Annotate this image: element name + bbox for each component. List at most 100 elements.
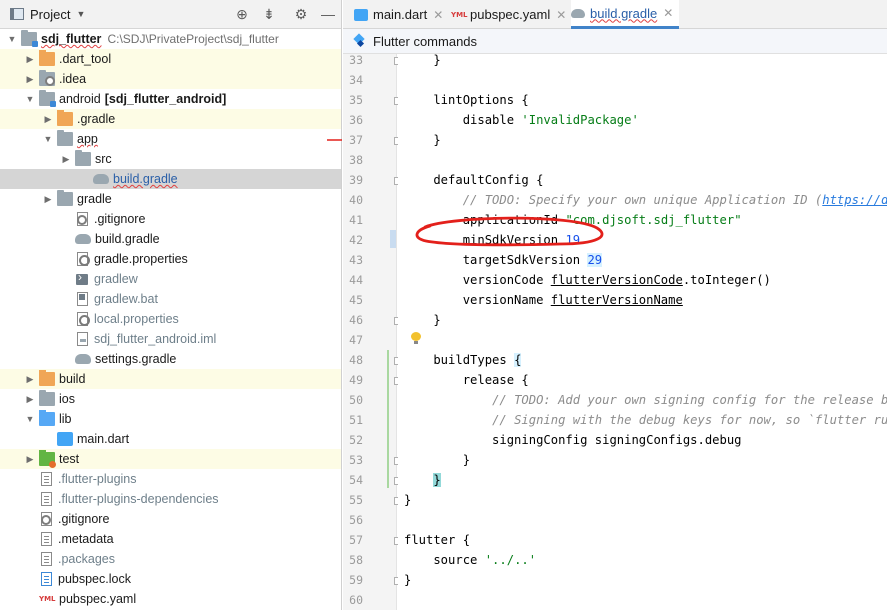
tree-item[interactable]: ▶ .gradle bbox=[0, 109, 341, 129]
tab-build-gradle[interactable]: build.gradle ✕ bbox=[571, 0, 680, 29]
expand-arrow-icon[interactable]: ▼ bbox=[24, 94, 36, 104]
project-view-title[interactable]: Project bbox=[30, 7, 70, 22]
tree-item-label: src bbox=[95, 152, 112, 166]
tree-item-label: .idea bbox=[59, 72, 87, 86]
code-line[interactable]: } bbox=[404, 450, 470, 470]
line-number-gutter[interactable]: 33 34 35 36 37 38 39 40 41 42 43 44 45 46 47 48 49 50 51 52… bbox=[343, 53, 402, 610]
code-line[interactable]: } bbox=[404, 470, 441, 490]
tree-item[interactable]: ▶ build bbox=[0, 369, 341, 389]
collapse-arrow-icon[interactable]: ▶ bbox=[42, 114, 54, 125]
collapse-arrow-icon[interactable]: ▶ bbox=[24, 394, 36, 405]
folder-orange-icon bbox=[39, 50, 55, 66]
code-line[interactable]: release { bbox=[404, 370, 529, 390]
collapse-arrow-icon[interactable]: ▶ bbox=[24, 74, 36, 85]
expand-arrow-icon[interactable]: ▼ bbox=[24, 414, 36, 424]
gradle-file-icon bbox=[571, 8, 585, 18]
gear-icon[interactable]: ⚙ bbox=[293, 6, 309, 22]
code-line[interactable]: signingConfig signingConfigs.debug bbox=[404, 430, 741, 450]
tree-item[interactable]: sdj_flutter_android.iml bbox=[0, 329, 341, 349]
code-line[interactable]: } bbox=[404, 310, 440, 330]
tab-pubspec-yaml[interactable]: YML pubspec.yaml ✕ bbox=[451, 0, 566, 29]
tree-item[interactable]: local.properties bbox=[0, 309, 341, 329]
line-number: 33 bbox=[349, 53, 363, 67]
line-number: 42 bbox=[349, 233, 363, 247]
line-number: 55 bbox=[349, 493, 363, 507]
close-icon[interactable]: ✕ bbox=[556, 8, 566, 22]
folder-module-icon bbox=[39, 90, 56, 107]
code-line[interactable]: flutter { bbox=[404, 530, 470, 550]
tree-item-label: build bbox=[59, 372, 86, 386]
folder-gray-icon bbox=[39, 390, 55, 406]
close-icon[interactable]: ✕ bbox=[663, 6, 673, 20]
tree-item[interactable]: build.gradle bbox=[0, 169, 341, 189]
tree-item[interactable]: ▶ gradle bbox=[0, 189, 341, 209]
code-line[interactable]: versionName flutterVersionName bbox=[404, 290, 683, 310]
code-line[interactable]: } bbox=[404, 490, 411, 510]
code-line[interactable]: // Signing with the debug keys for now, … bbox=[404, 410, 887, 430]
folder-orange-icon bbox=[39, 370, 55, 386]
code-line[interactable]: versionCode flutterVersionCode.toInteger… bbox=[404, 270, 771, 290]
hide-icon[interactable]: — bbox=[320, 6, 336, 22]
code-editor[interactable]: } lintOptions { disable 'InvalidPackage'… bbox=[398, 54, 887, 610]
collapse-arrow-icon[interactable]: ▶ bbox=[24, 374, 36, 385]
expand-arrow-icon[interactable]: ▼ bbox=[6, 34, 18, 44]
tree-item[interactable]: .metadata bbox=[0, 529, 341, 549]
flutter-commands-link[interactable]: Flutter commands bbox=[373, 34, 477, 49]
tree-item[interactable]: .gitignore bbox=[0, 209, 341, 229]
gradle-file-icon bbox=[75, 234, 91, 244]
tree-item[interactable]: settings.gradle bbox=[0, 349, 341, 369]
tree-item[interactable]: gradlew.bat bbox=[0, 289, 341, 309]
code-line[interactable]: // TODO: Specify your own unique Applica… bbox=[404, 190, 887, 210]
code-line[interactable]: defaultConfig { bbox=[404, 170, 543, 190]
line-number: 45 bbox=[349, 293, 363, 307]
tree-item[interactable]: ▼ lib bbox=[0, 409, 341, 429]
tree-item[interactable]: .flutter-plugins-dependencies bbox=[0, 489, 341, 509]
tree-item[interactable]: ▶ src bbox=[0, 149, 341, 169]
tree-item-label: .metadata bbox=[58, 532, 114, 546]
tree-item[interactable]: gradlew bbox=[0, 269, 341, 289]
code-line[interactable]: lintOptions { bbox=[404, 90, 528, 110]
code-line[interactable]: } bbox=[404, 54, 440, 70]
chevron-down-icon[interactable]: ▼ bbox=[76, 9, 85, 19]
tree-item[interactable]: ▼ app bbox=[0, 129, 341, 149]
tree-item[interactable]: build.gradle bbox=[0, 229, 341, 249]
collapse-arrow-icon[interactable]: ▶ bbox=[60, 154, 72, 165]
tab-main-dart[interactable]: main.dart ✕ bbox=[354, 0, 443, 29]
tree-item[interactable]: ▶ .idea bbox=[0, 69, 341, 89]
tree-item[interactable]: ▼ android [sdj_flutter_android] bbox=[0, 89, 341, 109]
code-line[interactable]: buildTypes { bbox=[404, 350, 522, 370]
tree-item[interactable]: pubspec.lock bbox=[0, 569, 341, 589]
code-line[interactable]: minSdkVersion 19 bbox=[404, 230, 580, 250]
tree-item-label: gradlew bbox=[94, 272, 138, 286]
collapse-arrow-icon[interactable]: ▶ bbox=[42, 194, 54, 205]
tree-item[interactable]: YML pubspec.yaml bbox=[0, 589, 341, 609]
close-icon[interactable]: ✕ bbox=[433, 8, 443, 22]
code-line[interactable]: } bbox=[404, 570, 411, 590]
code-line[interactable]: applicationId "com.djsoft.sdj_flutter" bbox=[404, 210, 742, 230]
tree-item[interactable]: ▼ sdj_flutter C:\SDJ\PrivateProject\sdj_fl… bbox=[0, 29, 341, 49]
folder-gray-icon bbox=[75, 150, 91, 166]
tree-item[interactable]: ▶ test bbox=[0, 449, 341, 469]
line-number: 48 bbox=[349, 353, 363, 367]
collapse-arrow-icon[interactable]: ▶ bbox=[24, 454, 36, 465]
code-line[interactable]: } bbox=[404, 130, 440, 150]
code-line[interactable]: disable 'InvalidPackage' bbox=[404, 110, 639, 130]
code-line[interactable]: source '../..' bbox=[404, 550, 536, 570]
tree-item[interactable]: ▶ ios bbox=[0, 389, 341, 409]
code-line[interactable]: // TODO: Add your own signing config for… bbox=[404, 390, 887, 410]
tree-item-label: settings.gradle bbox=[95, 352, 177, 366]
expand-arrow-icon[interactable]: ▼ bbox=[42, 134, 54, 144]
collapse-all-icon[interactable]: ⇟ bbox=[261, 6, 277, 22]
tree-item[interactable]: main.dart bbox=[0, 429, 341, 449]
tree-item[interactable]: .packages bbox=[0, 549, 341, 569]
properties-file-icon bbox=[77, 252, 90, 266]
tree-item[interactable]: ▶ .dart_tool bbox=[0, 49, 341, 69]
collapse-arrow-icon[interactable]: ▶ bbox=[24, 54, 36, 65]
tree-item[interactable]: .flutter-plugins bbox=[0, 469, 341, 489]
tree-item-label: sdj_flutter bbox=[41, 32, 102, 46]
code-line[interactable]: targetSdkVersion 29 bbox=[404, 250, 603, 270]
tree-item[interactable]: .gitignore bbox=[0, 509, 341, 529]
tree-item[interactable]: gradle.properties bbox=[0, 249, 341, 269]
locate-icon[interactable]: ⊕ bbox=[234, 6, 250, 22]
bulb-icon[interactable] bbox=[411, 332, 421, 344]
